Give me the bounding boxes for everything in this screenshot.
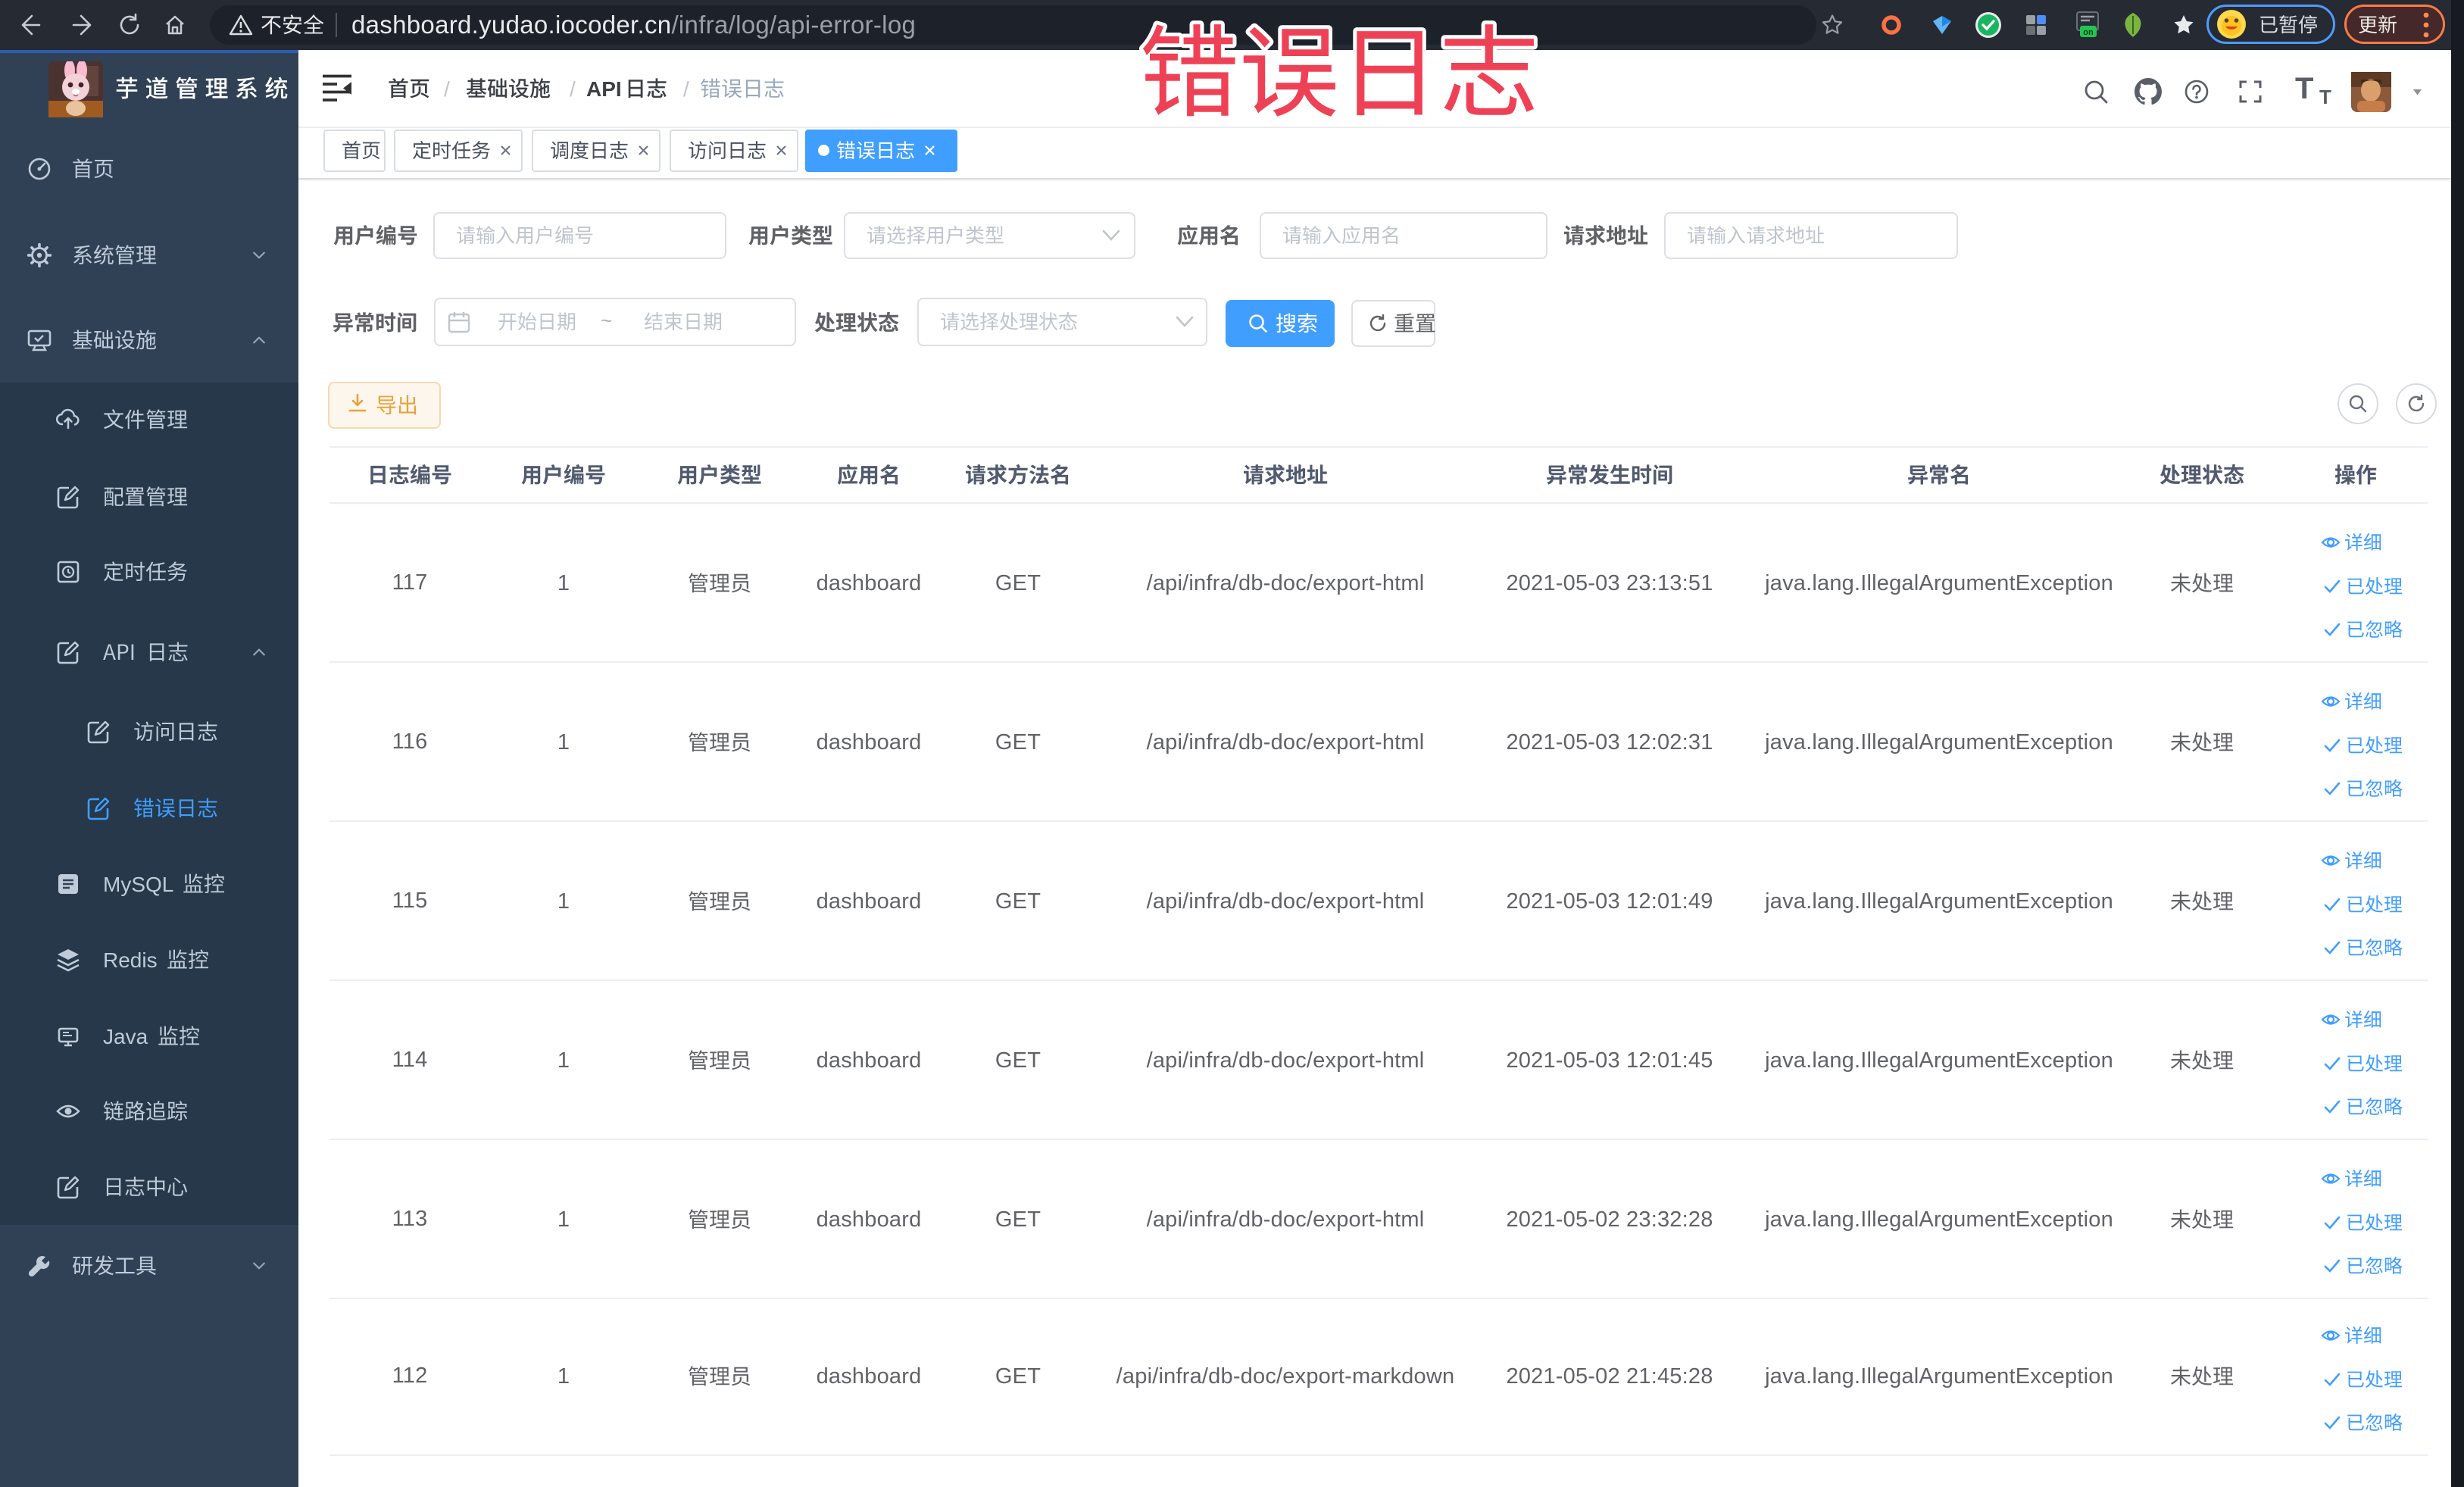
svg-text:on: on [2083, 28, 2094, 37]
